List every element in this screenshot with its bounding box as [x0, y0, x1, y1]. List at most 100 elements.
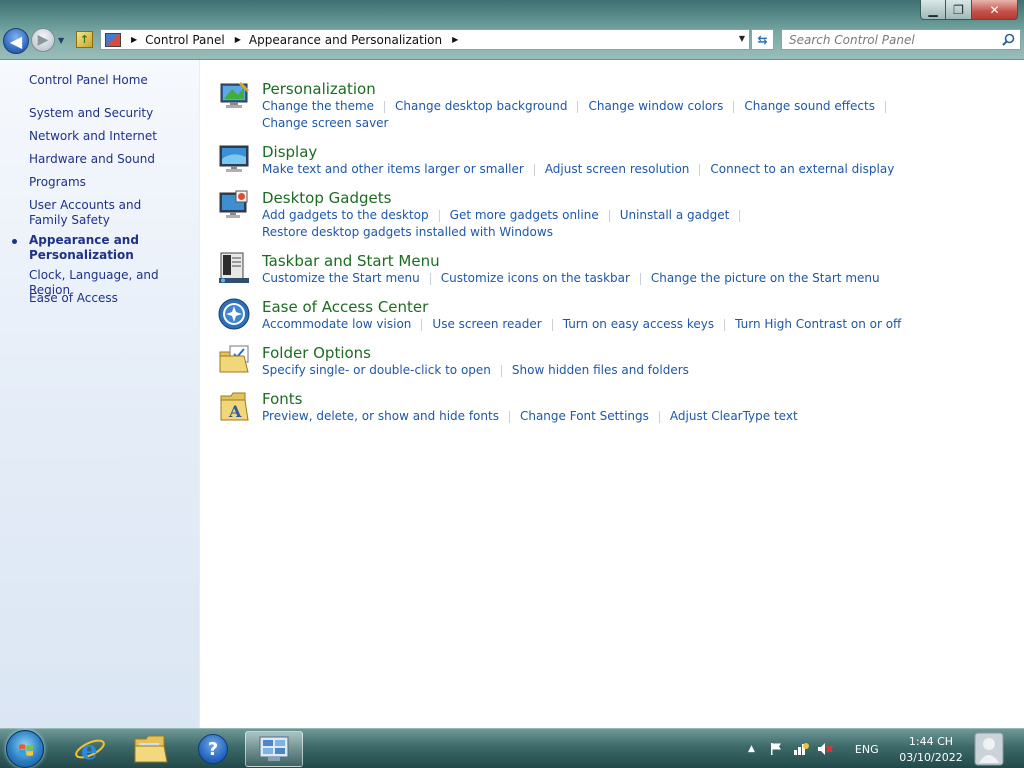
clock-time: 1:44 CH [908, 735, 954, 748]
task-customize-taskbar-icons[interactable]: Customize icons on the taskbar [441, 271, 630, 285]
display-title[interactable]: Display [262, 143, 317, 161]
task-external-display[interactable]: Connect to an external display [710, 162, 894, 176]
search-input[interactable] [789, 32, 989, 47]
internet-explorer-taskbar-button[interactable]: e [61, 731, 119, 767]
search-icon[interactable] [1002, 33, 1015, 46]
window-controls: ▁ ❐ ✕ [920, 0, 1018, 20]
help-icon: ? [198, 734, 228, 764]
refresh-button[interactable]: ⇆ [751, 29, 774, 50]
task-single-double-click[interactable]: Specify single- or double-click to open [262, 363, 491, 377]
help-taskbar-button[interactable]: ? [184, 731, 242, 767]
breadcrumb-appearance[interactable]: Appearance and Personalization [249, 33, 442, 47]
task-change-screen-saver[interactable]: Change screen saver [262, 116, 389, 130]
taskbar-start-menu-title[interactable]: Taskbar and Start Menu [262, 252, 440, 270]
user-avatar-button[interactable] [974, 731, 1004, 767]
breadcrumb-control-panel[interactable]: Control Panel [145, 33, 225, 47]
task-get-more-gadgets[interactable]: Get more gadgets online [450, 208, 599, 222]
fonts-title[interactable]: Fonts [262, 390, 302, 408]
task-low-vision[interactable]: Accommodate low vision [262, 317, 411, 331]
taskbar-icon[interactable] [218, 252, 250, 284]
task-separator [884, 100, 886, 113]
task-separator [739, 209, 741, 222]
task-separator [608, 209, 610, 222]
task-high-contrast[interactable]: Turn High Contrast on or off [735, 317, 901, 331]
task-separator [733, 100, 735, 113]
task-show-hidden-files[interactable]: Show hidden files and folders [512, 363, 689, 377]
minimize-button[interactable]: ▁ [920, 0, 946, 20]
task-separator [508, 410, 510, 423]
folder-options-title[interactable]: Folder Options [262, 344, 371, 362]
task-easy-access-keys[interactable]: Turn on easy access keys [563, 317, 714, 331]
task-screen-resolution[interactable]: Adjust screen resolution [545, 162, 690, 176]
task-change-window-colors[interactable]: Change window colors [588, 99, 723, 113]
sidebar-item-programs[interactable]: Programs [29, 175, 194, 190]
task-preview-fonts[interactable]: Preview, delete, or show and hide fonts [262, 409, 499, 423]
sidebar-item-home[interactable]: Control Panel Home [29, 73, 194, 88]
task-adjust-cleartype[interactable]: Adjust ClearType text [670, 409, 798, 423]
network-icon[interactable] [793, 742, 809, 756]
ease-of-access-title[interactable]: Ease of Access Center [262, 298, 428, 316]
sidebar-item-network[interactable]: Network and Internet [29, 129, 194, 144]
folder-options-tasks-row1: Specify single- or double-click to open S… [262, 363, 689, 378]
forward-arrow-icon: ▶ [37, 32, 49, 48]
input-language-indicator[interactable]: ENG [855, 743, 879, 756]
task-restore-gadgets[interactable]: Restore desktop gadgets installed with W… [262, 225, 553, 239]
sidebar-item-user-accounts[interactable]: User Accounts and Family Safety [29, 198, 179, 228]
control-panel-small-icon [105, 32, 121, 47]
task-customize-start-menu[interactable]: Customize the Start menu [262, 271, 420, 285]
task-change-font-settings[interactable]: Change Font Settings [520, 409, 649, 423]
start-button[interactable] [6, 730, 44, 768]
personalization-title[interactable]: Personalization [262, 80, 376, 98]
desktop-gadgets-title[interactable]: Desktop Gadgets [262, 189, 391, 207]
control-panel-taskbar-button[interactable] [245, 731, 303, 767]
breadcrumb-chevron-icon[interactable]: ▶ [131, 35, 137, 44]
task-uninstall-gadget[interactable]: Uninstall a gadget [620, 208, 730, 222]
back-button[interactable]: ◀ [3, 28, 29, 54]
task-text-size[interactable]: Make text and other items larger or smal… [262, 162, 524, 176]
action-center-flag-icon[interactable] [769, 742, 783, 756]
address-dropdown-icon[interactable]: ▼ [739, 34, 745, 43]
task-separator [577, 100, 579, 113]
maximize-button[interactable]: ❐ [946, 0, 972, 20]
sidebar-item-system-security[interactable]: System and Security [29, 106, 194, 121]
task-screen-reader[interactable]: Use screen reader [432, 317, 541, 331]
personalization-tasks-row1: Change the theme Change desktop backgroun… [262, 99, 896, 114]
up-folder-button[interactable]: ↑ [76, 31, 93, 48]
back-arrow-icon: ◀ [9, 31, 23, 51]
task-change-sound-effects[interactable]: Change sound effects [744, 99, 875, 113]
svg-text:A: A [228, 402, 242, 421]
close-button[interactable]: ✕ [972, 0, 1018, 20]
personalization-icon[interactable] [218, 80, 250, 112]
windows-explorer-icon [134, 735, 168, 763]
display-tasks-row1: Make text and other items larger or smal… [262, 162, 894, 177]
fonts-icon[interactable]: A [218, 390, 250, 422]
sidebar-item-hardware[interactable]: Hardware and Sound [29, 152, 194, 167]
task-separator [724, 318, 726, 331]
breadcrumb-chevron-icon[interactable]: ▶ [235, 35, 241, 44]
address-bar[interactable]: ▶ Control Panel ▶ Appearance and Persona… [100, 29, 750, 50]
ease-of-access-tasks-row1: Accommodate low vision Use screen reader T… [262, 317, 901, 332]
task-change-theme[interactable]: Change the theme [262, 99, 374, 113]
forward-button[interactable]: ▶ [31, 28, 55, 52]
show-hidden-icons-arrow-icon[interactable]: ▲ [748, 744, 755, 754]
gadgets-icon[interactable] [218, 189, 250, 221]
task-add-gadgets[interactable]: Add gadgets to the desktop [262, 208, 429, 222]
display-icon[interactable] [218, 143, 250, 175]
search-box[interactable] [781, 29, 1021, 50]
refresh-icon: ⇆ [757, 32, 768, 47]
windows-explorer-taskbar-button[interactable] [122, 731, 180, 767]
task-change-start-picture[interactable]: Change the picture on the Start menu [651, 271, 880, 285]
up-arrow-icon: ↑ [79, 33, 90, 46]
task-change-background[interactable]: Change desktop background [395, 99, 567, 113]
task-separator [551, 318, 553, 331]
system-clock[interactable]: 1:44 CH 03/10/2022 [896, 734, 966, 766]
task-separator [438, 209, 440, 222]
notification-area: ▲ ENG [748, 729, 879, 768]
recent-pages-dropdown-icon[interactable]: ▼ [58, 36, 64, 45]
breadcrumb-chevron-icon[interactable]: ▶ [452, 35, 458, 44]
ease-of-access-icon[interactable] [218, 298, 250, 330]
volume-muted-icon[interactable] [817, 742, 833, 756]
task-separator [639, 272, 641, 285]
sidebar-item-ease-of-access[interactable]: Ease of Access [29, 291, 194, 306]
folder-options-icon[interactable] [218, 344, 250, 376]
